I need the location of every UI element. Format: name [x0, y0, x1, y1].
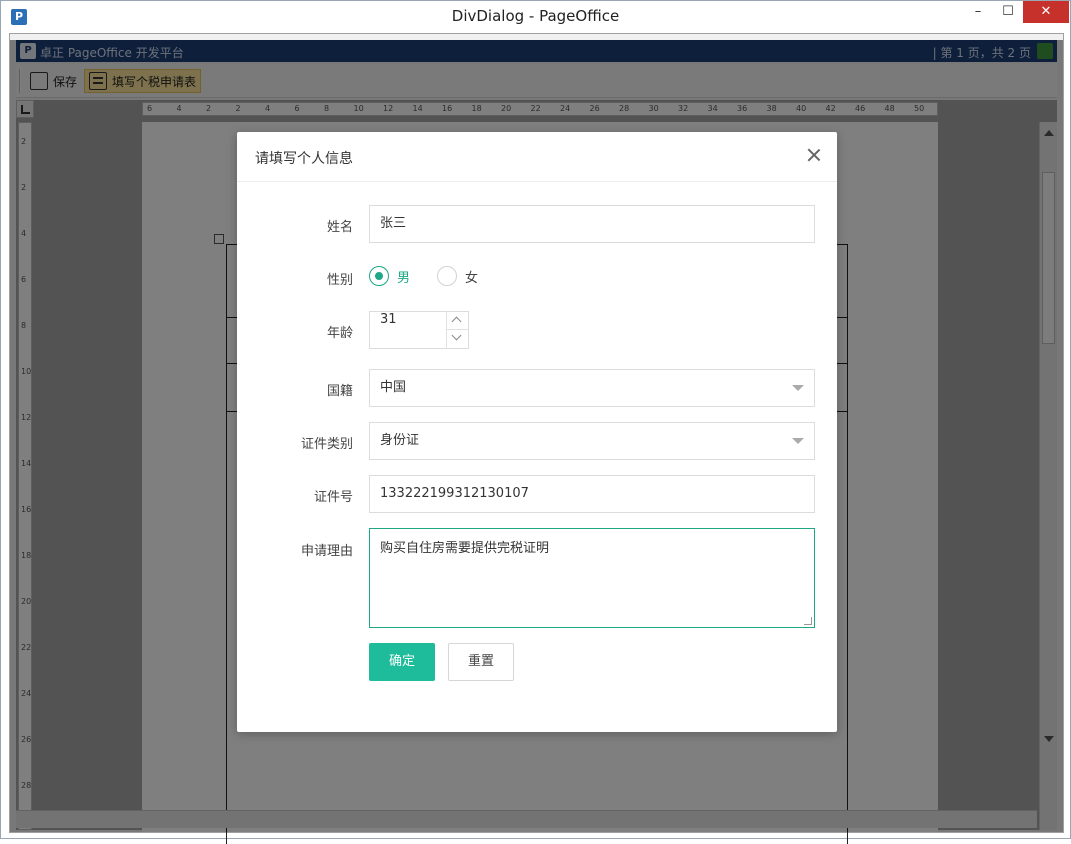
name-label: 姓名 — [326, 220, 353, 235]
nationality-label: 国籍 — [326, 384, 353, 399]
resize-grip-icon[interactable] — [804, 617, 812, 625]
reason-textarea[interactable]: 购买自住房需要提供完税证明 — [369, 528, 815, 628]
gender-option-female: 女 — [465, 270, 479, 286]
window-title: DivDialog - PageOffice — [451, 7, 620, 25]
id-type-label: 证件类别 — [300, 437, 353, 452]
title-bar: P DivDialog - PageOffice – ☐ ✕ — [1, 1, 1070, 33]
personal-info-dialog: 请填写个人信息 姓名 张三 性别 男 女 年龄 31 国籍 中国 证件类别 身份… — [237, 132, 837, 732]
id-type-select[interactable]: 身份证 — [369, 422, 815, 460]
gender-radio-male[interactable]: 男 — [369, 266, 410, 286]
reason-value: 购买自住房需要提供完税证明 — [380, 541, 550, 556]
reset-button[interactable]: 重置 — [448, 643, 514, 681]
age-stepper[interactable]: 31 — [369, 311, 469, 349]
close-window-button[interactable]: ✕ — [1023, 1, 1069, 23]
dialog-title: 请填写个人信息 — [255, 151, 353, 167]
radio-checked-icon — [369, 266, 389, 286]
gender-label: 性别 — [326, 273, 353, 288]
reason-label: 申请理由 — [300, 544, 353, 559]
age-value: 31 — [380, 312, 397, 327]
dialog-header: 请填写个人信息 — [237, 132, 837, 182]
caret-down-icon — [792, 438, 804, 444]
age-label: 年龄 — [326, 326, 353, 341]
nationality-value: 中国 — [380, 380, 407, 395]
increment-button[interactable] — [447, 312, 468, 330]
minimize-button[interactable]: – — [961, 1, 995, 23]
app-window: P DivDialog - PageOffice – ☐ ✕ P 卓正 Page… — [0, 0, 1071, 844]
nationality-select[interactable]: 中国 — [369, 369, 815, 407]
stepper-buttons — [446, 312, 468, 348]
gender-radio-female[interactable]: 女 — [437, 266, 478, 286]
name-input[interactable]: 张三 — [369, 205, 815, 243]
confirm-button[interactable]: 确定 — [369, 643, 435, 681]
maximize-button[interactable]: ☐ — [995, 1, 1021, 23]
id-number-input[interactable]: 133222199312130107 — [369, 475, 815, 513]
close-icon[interactable] — [807, 148, 821, 162]
decrement-button[interactable] — [447, 330, 468, 348]
gender-option-male: 男 — [397, 270, 411, 286]
id-type-value: 身份证 — [380, 433, 420, 448]
chevron-up-icon — [451, 316, 462, 327]
chevron-down-icon — [451, 330, 462, 341]
radio-unchecked-icon — [437, 266, 457, 286]
id-number-label: 证件号 — [313, 490, 353, 505]
caret-down-icon — [792, 385, 804, 391]
